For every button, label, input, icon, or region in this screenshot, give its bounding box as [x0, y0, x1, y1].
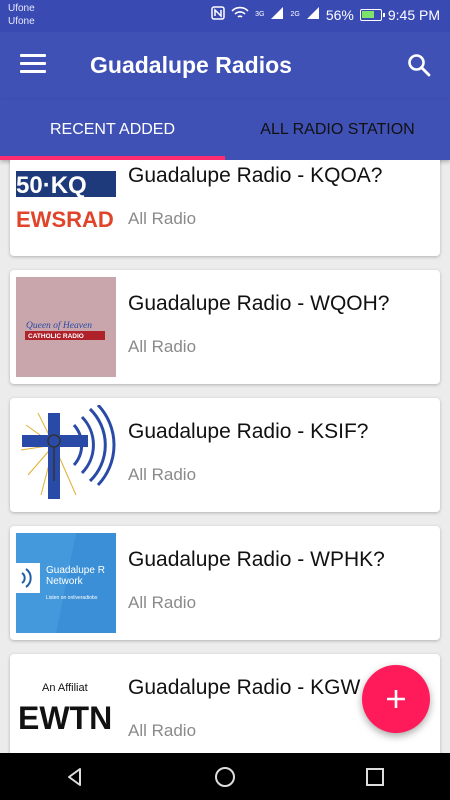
- station-category: All Radio: [128, 465, 197, 484]
- carrier-2: Ufone: [8, 16, 35, 27]
- station-card-wphk[interactable]: Guadalupe R Network Listen on onliveradi…: [10, 526, 440, 640]
- clock: 9:45 PM: [387, 6, 440, 23]
- station-logo: An Affiliat EWTN: [16, 661, 116, 753]
- station-title: Guadalupe Radio - WQOH?: [128, 292, 390, 315]
- back-button[interactable]: [55, 757, 95, 797]
- tab-recent-added[interactable]: RECENT ADDED: [0, 100, 225, 160]
- logo-text-guadalupe: Guadalupe R: [46, 565, 105, 576]
- station-card-ksif[interactable]: Guadalupe Radio - KSIF? All Radio: [10, 398, 440, 512]
- home-button[interactable]: [205, 757, 245, 797]
- station-category: All Radio: [128, 721, 197, 740]
- battery-icon: [359, 8, 385, 21]
- station-title: Guadalupe Radio - KGW: [128, 676, 361, 699]
- station-title: Guadalupe Radio - WPHK?: [128, 548, 385, 571]
- station-list[interactable]: 50·KQ EWSRAD Guadalupe Radio - KQOA? All…: [0, 160, 450, 753]
- back-triangle-icon: [68, 767, 81, 786]
- station-card-wqoh[interactable]: Queen of Heaven CATHOLIC RADIO Guadalupe…: [10, 270, 440, 384]
- recents-button[interactable]: [355, 757, 395, 797]
- station-category: All Radio: [128, 593, 197, 612]
- logo-text-queen: Queen of Heaven: [26, 320, 92, 331]
- plus-icon: [387, 690, 405, 708]
- station-logo: [16, 405, 116, 505]
- app-title: Guadalupe Radios: [90, 52, 292, 78]
- network-3g-label: 3G: [255, 11, 265, 18]
- menu-icon[interactable]: [20, 54, 46, 76]
- signal-icon-2: [306, 6, 320, 23]
- wifi-icon: [231, 6, 249, 23]
- logo-text-affiliate: An Affiliat: [42, 682, 88, 694]
- app-bar: Guadalupe Radios: [0, 32, 450, 100]
- tab-bar: RECENT ADDED ALL RADIO STATION: [0, 100, 450, 160]
- station-category: All Radio: [128, 337, 197, 356]
- station-logo: Queen of Heaven CATHOLIC RADIO: [16, 277, 116, 377]
- nfc-icon: [211, 6, 225, 23]
- logo-text-network: Network: [46, 576, 84, 587]
- recents-square-icon: [366, 767, 384, 786]
- station-title: Guadalupe Radio - KSIF?: [128, 420, 369, 443]
- network-type-labels: 3G: [255, 11, 264, 18]
- carrier-labels: Ufone Ufone: [8, 2, 35, 28]
- tab-all-radio-station[interactable]: ALL RADIO STATION: [225, 100, 450, 160]
- status-bar: Ufone Ufone 3G 2G 56% 9:45 PM: [0, 0, 450, 32]
- system-nav-bar: [0, 753, 450, 800]
- signal-icon-1: [270, 6, 284, 23]
- status-indicators: 3G 2G 56% 9:45 PM: [211, 6, 440, 23]
- battery-percent: 56%: [325, 6, 354, 23]
- add-button[interactable]: [362, 665, 430, 733]
- logo-text-kqoa: 50·KQ: [16, 172, 87, 199]
- logo-text-news: EWSRAD: [16, 207, 114, 232]
- search-icon[interactable]: [406, 52, 432, 78]
- network-2g-label: 2G: [290, 11, 300, 18]
- carrier-1: Ufone: [8, 3, 35, 14]
- station-category: All Radio: [128, 209, 197, 228]
- station-card-kqoa[interactable]: 50·KQ EWSRAD Guadalupe Radio - KQOA? All…: [10, 160, 440, 256]
- home-circle-icon: [215, 766, 235, 787]
- logo-text-listen: Listen on onliveradiobo: [46, 595, 98, 601]
- logo-text-ewtn: EWTN: [18, 700, 112, 736]
- station-title: Guadalupe Radio - KQOA?: [128, 164, 383, 187]
- station-logo: Guadalupe R Network Listen on onliveradi…: [16, 533, 116, 633]
- logo-text-catholic: CATHOLIC RADIO: [28, 333, 84, 340]
- station-logo: 50·KQ EWSRAD: [16, 160, 116, 249]
